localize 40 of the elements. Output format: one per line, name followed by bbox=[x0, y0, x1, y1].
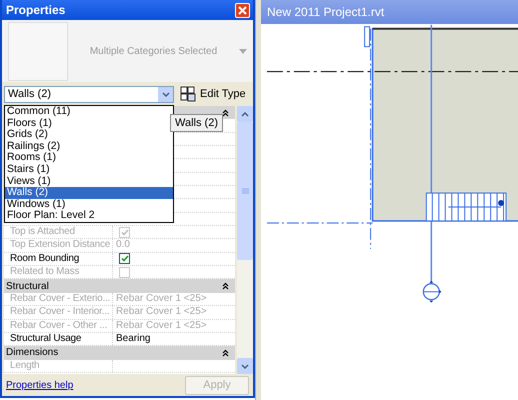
group-label: Structural bbox=[6, 280, 49, 292]
scroll-thumb[interactable] bbox=[237, 122, 253, 260]
property-name: Related to Mass bbox=[4, 266, 113, 278]
table-icon bbox=[180, 86, 196, 102]
property-name: Top Extension Distance bbox=[4, 239, 113, 252]
chevron-up-icon[interactable] bbox=[241, 112, 249, 116]
caret-icon bbox=[239, 48, 247, 54]
close-icon[interactable] bbox=[238, 6, 247, 14]
chevron-down-icon[interactable] bbox=[241, 364, 249, 368]
edit-type-button[interactable]: Edit Type bbox=[178, 86, 248, 102]
scroll-down-button[interactable] bbox=[237, 358, 253, 374]
group-label: Dimensions bbox=[6, 347, 58, 358]
collapse-icon[interactable] bbox=[222, 348, 229, 357]
dropdown-option[interactable]: Walls (2) bbox=[5, 187, 173, 199]
property-value: 0.0 bbox=[115, 239, 131, 252]
property-value: Rebar Cover 1 <25> bbox=[115, 320, 208, 332]
property-name: Length bbox=[4, 360, 113, 372]
type-label: Multiple Categories Selected bbox=[88, 46, 218, 56]
property-name: Rebar Cover - Exterio... bbox=[4, 292, 113, 306]
tooltip: Walls (2) bbox=[170, 114, 223, 132]
close-button[interactable] bbox=[235, 2, 250, 18]
type-preview bbox=[8, 22, 68, 80]
property-value: Rebar Cover 1 <25> bbox=[115, 292, 208, 306]
collapse-icon[interactable] bbox=[222, 282, 229, 290]
collapse-icon[interactable] bbox=[222, 108, 229, 117]
scrollbar[interactable] bbox=[237, 106, 253, 374]
property-name: Room Bounding bbox=[4, 252, 113, 266]
property-name: Structural Usage bbox=[4, 332, 113, 346]
properties-help-link[interactable]: Properties help bbox=[6, 380, 74, 390]
property-name: Rebar Cover - Other ... bbox=[4, 320, 113, 332]
property-value: Rebar Cover 1 <25> bbox=[115, 306, 208, 318]
property-value: Bearing bbox=[115, 332, 152, 346]
caret-icon[interactable] bbox=[158, 86, 173, 102]
panel-title: Properties bbox=[6, 3, 66, 17]
view-title: New 2011 Project1.rvt bbox=[267, 5, 384, 19]
property-name: Rebar Cover - Interior... bbox=[4, 306, 113, 318]
property-name: Top is Attached bbox=[4, 226, 113, 238]
checkbox[interactable] bbox=[119, 253, 130, 264]
category-filter[interactable]: Walls (2) bbox=[4, 86, 174, 102]
scroll-up-button[interactable] bbox=[237, 106, 253, 122]
